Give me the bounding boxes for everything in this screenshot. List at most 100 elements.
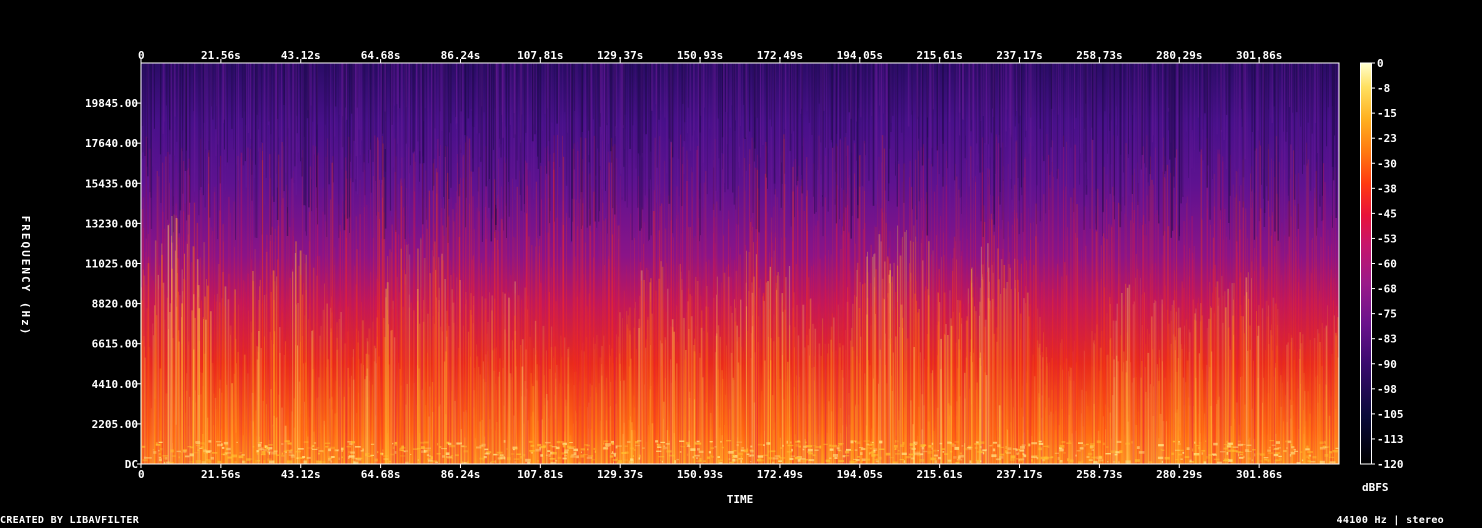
spectrogram-harmonic <box>1059 448 1064 452</box>
spectrogram-streak <box>1313 63 1316 193</box>
spectrogram-streak <box>1033 247 1035 464</box>
spectrogram-streak <box>359 179 361 464</box>
spectrogram-streak <box>167 63 169 220</box>
spectrogram-harmonic <box>709 441 713 443</box>
spectrogram-harmonic <box>787 444 794 447</box>
spectrogram-streak <box>634 237 635 464</box>
spectrogram-harmonic <box>1112 461 1116 463</box>
spectrogram-streak <box>1115 320 1117 464</box>
spectrogram-streak <box>1295 63 1298 113</box>
spectrogram-streak <box>193 202 196 464</box>
spectrogram-streak <box>1168 63 1170 108</box>
spectrogram-harmonic <box>626 440 631 443</box>
spectrogram-streak <box>219 63 221 184</box>
spectrogram-streak <box>418 368 420 464</box>
spectrogram-harmonic <box>914 451 921 455</box>
spectrogram-streak <box>1162 63 1164 172</box>
spectrogram-streak <box>1266 279 1268 464</box>
spectrogram-streak <box>1209 63 1211 220</box>
spectrogram-harmonic <box>1213 442 1218 446</box>
spectrogram-streak <box>1254 284 1256 464</box>
spectrogram-streak <box>858 63 859 109</box>
spectrogram-streak <box>528 236 530 464</box>
spectrogram-streak <box>441 63 443 198</box>
spectrogram-streak <box>733 259 736 464</box>
spectrogram-streak <box>1149 63 1151 175</box>
spectrogram-harmonic <box>1125 460 1131 464</box>
spectrogram-harmonic <box>499 461 501 464</box>
spectrogram-streak <box>215 301 217 464</box>
spectrogram-streak <box>606 63 608 126</box>
spectrogram-harmonic <box>1256 452 1260 456</box>
spectrogram-harmonic <box>1306 445 1309 449</box>
spectrogram-streak <box>574 63 576 111</box>
spectrogram-harmonic <box>1247 457 1252 460</box>
spectrogram-streak <box>1016 63 1017 111</box>
spectrogram-harmonic <box>865 458 871 461</box>
spectrogram-streak <box>700 295 702 464</box>
spectrogram-streak <box>1266 63 1268 187</box>
spectrogram-harmonic <box>354 446 361 448</box>
spectrogram-harmonic <box>544 441 551 444</box>
spectrogram-streak <box>592 63 594 120</box>
spectrogram-harmonic <box>341 456 343 459</box>
spectrogram-streak <box>693 63 695 131</box>
spectrogram-streak <box>981 280 982 464</box>
spectrogram-streak <box>413 191 415 464</box>
spectrogram-harmonic <box>674 460 677 464</box>
spectrogram-harmonic <box>537 460 539 463</box>
spectrogram-streak <box>983 205 985 464</box>
spectrogram-harmonic <box>638 454 641 458</box>
spectrogram-streak <box>1015 63 1017 163</box>
spectrogram-streak <box>1150 156 1151 464</box>
spectrogram-streak <box>150 63 153 229</box>
spectrogram-streak <box>1287 63 1289 196</box>
spectrogram-streak <box>639 261 642 464</box>
spectrogram-harmonic <box>442 455 445 458</box>
spectrogram-streak <box>476 63 478 134</box>
spectrogram-streak <box>1043 63 1045 186</box>
spectrogram-streak <box>1068 415 1070 464</box>
spectrogram-streak <box>434 258 436 464</box>
spectrogram-streak <box>1307 159 1309 464</box>
spectrogram-streak <box>1193 246 1195 464</box>
spectrogram-harmonic <box>1335 447 1339 449</box>
spectrogram-harmonic <box>159 448 163 451</box>
spectrogram-harmonic <box>420 441 424 444</box>
spectrogram-harmonic <box>615 445 618 449</box>
spectrogram-harmonic <box>1079 447 1084 450</box>
spectrogram-harmonic <box>1194 441 1196 444</box>
spectrogram-streak <box>1225 63 1228 115</box>
spectrogram-streak <box>273 415 275 464</box>
spectrogram-streak <box>870 244 872 464</box>
spectrogram-harmonic <box>421 450 426 453</box>
spectrogram-streak <box>565 63 568 186</box>
spectrogram-streak <box>1317 63 1319 154</box>
spectrogram-streak <box>676 186 678 464</box>
spectrogram-streak <box>465 63 467 198</box>
spectrogram-streak <box>564 63 566 113</box>
spectrogram-streak <box>353 63 355 141</box>
spectrogram-streak <box>1073 188 1075 464</box>
spectrogram-streak <box>900 63 903 133</box>
spectrogram-streak <box>682 146 684 464</box>
spectrogram-harmonic <box>594 450 596 453</box>
spectrogram-harmonic <box>1238 453 1240 457</box>
spectrogram-streak <box>705 171 707 464</box>
spectrogram-harmonic <box>1059 460 1063 463</box>
spectrogram-harmonic <box>867 447 873 449</box>
spectrogram-streak <box>359 63 361 156</box>
spectrogram-streak <box>381 306 383 464</box>
spectrogram-streak <box>942 63 944 187</box>
spectrogram-streak <box>422 234 424 464</box>
spectrogram-streak <box>334 63 337 107</box>
spectrogram-streak <box>425 63 428 220</box>
spectrogram-streak <box>1116 63 1117 107</box>
spectrogram-streak <box>244 63 246 162</box>
spectrogram-harmonic <box>184 455 190 458</box>
spectrogram-streak <box>970 278 971 464</box>
spectrogram-streak <box>290 63 293 179</box>
spectrogram-streak <box>531 245 533 464</box>
spectrogram-streak <box>206 279 207 464</box>
spectrogram-streak <box>739 254 741 464</box>
